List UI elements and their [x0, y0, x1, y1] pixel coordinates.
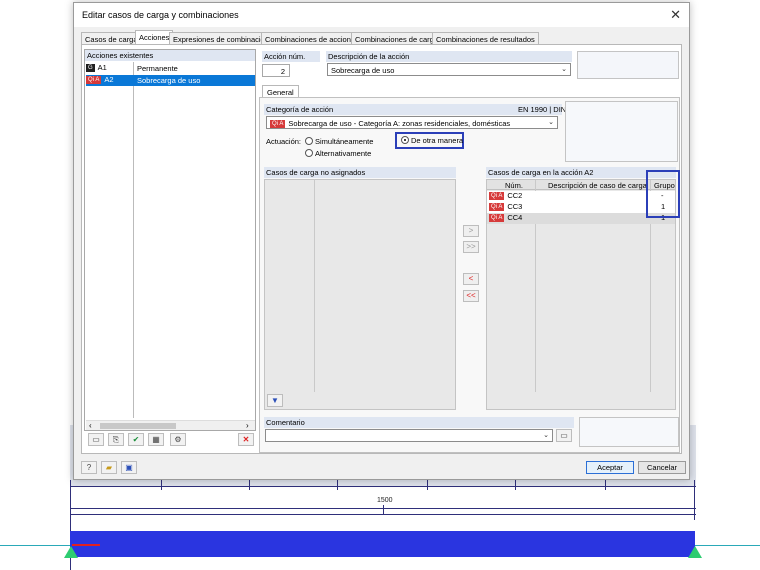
- row-tag: Qi A: [489, 203, 505, 212]
- norm-label: EN 1990 | DIN: [518, 105, 567, 114]
- grid-action-icon[interactable]: ▦: [148, 433, 164, 446]
- chevron-down-icon[interactable]: ⌄: [561, 65, 567, 73]
- action-name: Sobrecarga de uso: [137, 76, 201, 85]
- comment-side-panel: [579, 417, 679, 447]
- comment-edit-icon[interactable]: ▭: [556, 429, 572, 442]
- action-description-select[interactable]: Sobrecarga de uso ⌄: [327, 63, 571, 76]
- actuacion-label: Actuación:: [266, 137, 302, 146]
- action-description-value: Sobrecarga de uso: [331, 66, 395, 75]
- tab-load-combinations[interactable]: Combinaciones de carga: [351, 32, 442, 44]
- radio-simultaneous[interactable]: [305, 137, 313, 145]
- category-select[interactable]: Qi A Sobrecarga de uso - Categoría A: zon…: [266, 116, 558, 129]
- tab-actions[interactable]: Acciones: [135, 30, 174, 44]
- action-name: Permanente: [137, 64, 178, 73]
- list-divider: [133, 62, 134, 418]
- row-tag: Qi A: [489, 192, 505, 201]
- dim-tick-right: [694, 480, 695, 520]
- col-num: Núm.: [505, 181, 523, 190]
- actions-list: Acciones existentes G A1 Permanente Qi AA…: [84, 49, 256, 431]
- chevron-down-icon[interactable]: ⌄: [548, 118, 554, 126]
- radio-simultaneous-label: Simultáneamente: [315, 137, 374, 146]
- general-tab-label: General: [267, 88, 294, 97]
- radio-other-way[interactable]: [401, 136, 409, 144]
- action-id: A1: [97, 63, 107, 72]
- title-bar: Editar casos de carga y combinaciones ✕: [74, 3, 689, 27]
- action-description-label: Descripción de la acción: [326, 51, 572, 62]
- tab-action-combinations[interactable]: Combinaciones de acciones: [261, 32, 363, 44]
- dimension-line-top: [70, 486, 696, 487]
- dim-tick-7: [383, 505, 384, 515]
- row-num: CC4: [507, 213, 523, 222]
- support-left-icon: [64, 546, 78, 558]
- move-all-right-button[interactable]: >>: [463, 241, 479, 253]
- category-side-panel: [565, 101, 678, 162]
- move-right-button[interactable]: >: [463, 225, 479, 237]
- radio-alternative-label: Alternativamente: [315, 149, 372, 158]
- scroll-thumb[interactable]: [100, 423, 176, 429]
- tab-load-cases[interactable]: Casos de carga: [81, 32, 142, 44]
- unassigned-divider: [314, 180, 315, 392]
- comment-label: Comentario: [264, 417, 574, 428]
- actions-panel: Acciones existentes G A1 Permanente Qi AA…: [81, 44, 682, 454]
- row-num: CC2: [507, 191, 523, 200]
- action-tag: Qi A: [86, 76, 102, 85]
- category-tag: Qi A: [270, 120, 286, 129]
- cancel-button[interactable]: Cancelar: [638, 461, 686, 474]
- action-number-field[interactable]: 2: [262, 64, 290, 77]
- general-tab[interactable]: General: [262, 85, 299, 97]
- col-description: Descripción de caso de carga: [548, 181, 647, 190]
- filter-icon[interactable]: ▼: [267, 394, 283, 407]
- chevron-down-icon[interactable]: ⌄: [543, 431, 549, 439]
- action-number-label: Acción núm.: [262, 51, 320, 62]
- move-left-button[interactable]: <: [463, 273, 479, 285]
- check-action-icon[interactable]: ✔: [128, 433, 144, 446]
- tab-combination-expressions[interactable]: Expresiones de combinación: [169, 32, 273, 44]
- tab-result-combinations[interactable]: Combinaciones de resultados: [432, 32, 539, 44]
- dimension-label: 1500: [377, 497, 393, 504]
- actions-list-header: Acciones existentes: [85, 50, 255, 61]
- settings-action-icon[interactable]: ⚙: [170, 433, 186, 446]
- scroll-left-icon[interactable]: ‹: [89, 421, 92, 430]
- close-icon[interactable]: ✕: [670, 7, 681, 23]
- dialog-title: Editar casos de carga y combinaciones: [82, 10, 239, 20]
- horizontal-scrollbar[interactable]: ‹ ›: [86, 420, 255, 430]
- description-side-panel: [577, 51, 679, 79]
- category-value: Sobrecarga de uso - Categoría A: zonas r…: [288, 119, 511, 128]
- save-icon[interactable]: ▣: [121, 461, 137, 474]
- action-id: A2: [104, 75, 114, 84]
- unassigned-list: [264, 179, 456, 410]
- accept-button[interactable]: Aceptar: [586, 461, 634, 474]
- new-action-icon[interactable]: ▭: [88, 433, 104, 446]
- list-item-selected[interactable]: Qi A A2 Sobrecarga de uso: [86, 75, 255, 86]
- radio-other-way-label: De otra manera: [411, 136, 464, 145]
- radio-alternative[interactable]: [305, 149, 313, 157]
- action-number-value: 2: [280, 67, 285, 76]
- help-icon[interactable]: ?: [81, 461, 97, 474]
- copy-action-icon[interactable]: ⎘: [108, 433, 124, 446]
- open-icon[interactable]: ▰: [101, 461, 117, 474]
- edit-load-cases-dialog: Editar casos de carga y combinaciones ✕ …: [73, 2, 690, 480]
- scroll-right-icon[interactable]: ›: [246, 421, 249, 430]
- beam-member: [70, 531, 695, 557]
- highlight-group-column: [646, 170, 680, 218]
- axis-x-icon: [72, 544, 100, 546]
- unassigned-header: Casos de carga no asignados: [264, 167, 456, 178]
- comment-select[interactable]: ⌄: [265, 429, 553, 442]
- row-num: CC3: [507, 202, 523, 211]
- move-all-left-button[interactable]: <<: [463, 290, 479, 302]
- list-item[interactable]: G A1 Permanente: [86, 63, 255, 74]
- action-tag: G: [86, 64, 95, 73]
- row-tag: Qi A: [489, 214, 505, 223]
- support-right-icon: [688, 546, 702, 558]
- delete-icon[interactable]: ✕: [238, 433, 254, 446]
